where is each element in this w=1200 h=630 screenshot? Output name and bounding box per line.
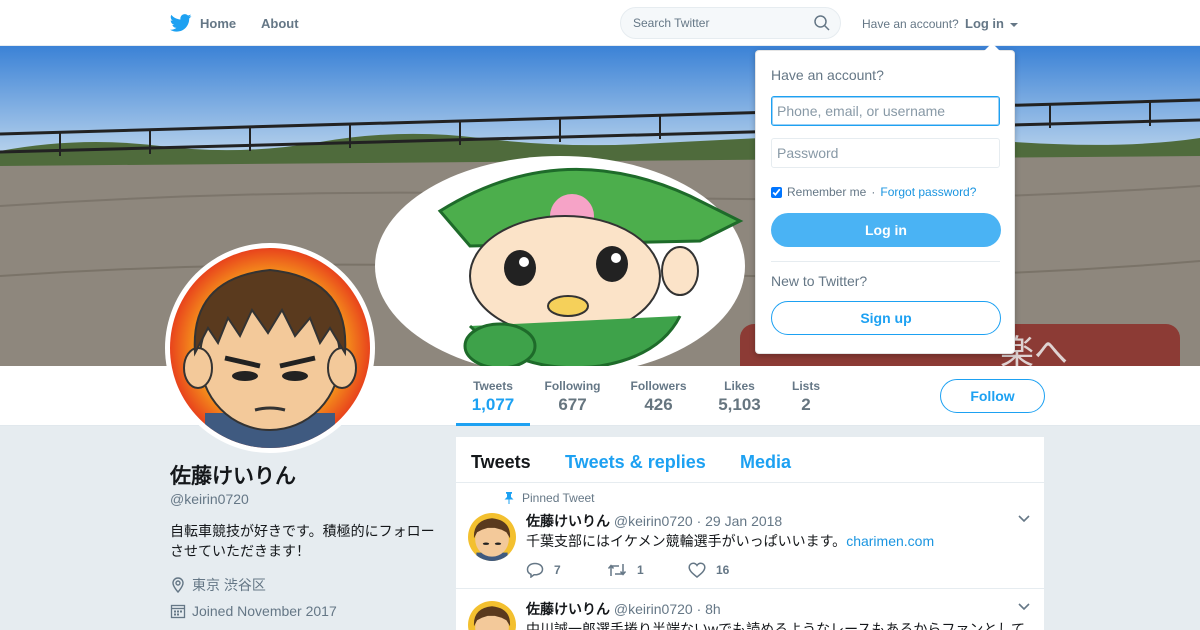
login-toggle-label: Log in (965, 16, 1004, 31)
tweet-avatar[interactable] (468, 513, 516, 561)
nav-home-link[interactable]: Home (170, 14, 236, 32)
like-button[interactable]: 16 (688, 562, 769, 578)
stat-label: Lists (791, 379, 820, 393)
stat-label: Likes (724, 379, 755, 393)
retweet-count: 1 (637, 563, 644, 577)
profile-display-name[interactable]: 佐藤けいりん (170, 460, 296, 490)
search-box (620, 7, 841, 39)
remember-me-checkbox[interactable] (771, 186, 782, 198)
stat-label: Following (544, 379, 601, 393)
password-field[interactable] (771, 138, 1000, 168)
stat-followers[interactable]: Followers 426 (626, 366, 691, 426)
stat-value: 677 (558, 395, 587, 414)
username-field[interactable] (771, 96, 1000, 126)
stat-tweets[interactable]: Tweets 1,077 (456, 366, 530, 426)
profile-location: 東京 渋谷区 (170, 575, 266, 595)
pinned-indicator: Pinned Tweet (504, 491, 595, 505)
retweet-icon (607, 564, 627, 576)
profile-joined-date: Joined November 2017 (170, 603, 337, 619)
avatar-face-image (468, 513, 516, 561)
reply-button[interactable]: 7 (526, 562, 607, 578)
tweet-header: 佐藤けいりん @keirin0720 · 8h (526, 599, 721, 619)
timeline-tabs: Tweets Tweets & replies Media (456, 437, 1044, 483)
tweet-item[interactable]: 佐藤けいりん @keirin0720 · 8h 中川誠一郎選手捲り半端ないwでも… (456, 589, 1044, 630)
stat-lists[interactable]: Lists 2 (787, 366, 825, 426)
stat-value: 2 (801, 395, 811, 414)
tab-tweets-and-replies[interactable]: Tweets & replies (565, 452, 706, 473)
stat-label: Followers (630, 379, 687, 393)
profile-bio: 自転車競技が好きです。積極的にフォローさせていただきます！ (170, 523, 435, 559)
remember-me-label: Remember me (787, 185, 867, 199)
tweet-author-name[interactable]: 佐藤けいりん (526, 513, 610, 529)
search-input[interactable] (633, 16, 803, 30)
joined-text: Joined November 2017 (192, 603, 337, 619)
reply-icon (526, 562, 544, 578)
heart-icon (688, 562, 706, 578)
stat-value: 1,077 (471, 395, 515, 414)
stat-value: 426 (644, 395, 673, 414)
caret-down-icon (1009, 22, 1018, 27)
tweet-text: 千葉支部にはイケメン競輪選手がいっぱいいます。charimen.com (526, 531, 934, 551)
avatar-face-image (468, 601, 516, 630)
search-icon[interactable] (814, 15, 830, 31)
login-dropdown-toggle[interactable]: Log in (965, 16, 1018, 31)
have-account-text: Have an account? (862, 17, 959, 31)
profile-avatar[interactable] (165, 243, 375, 453)
signup-button[interactable]: Sign up (771, 301, 1001, 335)
chevron-down-icon[interactable] (1018, 603, 1030, 611)
avatar-face-image (170, 248, 370, 448)
login-dropdown: Have an account? Remember me · Forgot pa… (755, 43, 1015, 354)
stat-label: Tweets (473, 379, 513, 393)
chevron-down-icon[interactable] (1018, 515, 1030, 523)
calendar-icon (170, 604, 186, 619)
pin-icon (504, 492, 514, 504)
tweet-text: 中川誠一郎選手捲り半端ないwでも読めるようなレースもあるからファンとして (526, 621, 1025, 630)
follow-button[interactable]: Follow (940, 379, 1045, 413)
tweet-author-meta[interactable]: @keirin0720 · 29 Jan 2018 (614, 513, 782, 529)
stat-likes[interactable]: Likes 5,103 (712, 366, 767, 426)
remember-row: Remember me · Forgot password? (771, 185, 976, 199)
tweet-avatar[interactable] (468, 601, 516, 630)
tweet-item[interactable]: Pinned Tweet 佐藤けいりん @keirin0720 · 29 Jan… (456, 483, 1044, 589)
like-count: 16 (716, 563, 730, 577)
tweet-body: 千葉支部にはイケメン競輪選手がいっぱいいます。 (526, 533, 847, 549)
pinned-label: Pinned Tweet (522, 491, 595, 505)
tweet-author-name[interactable]: 佐藤けいりん (526, 601, 610, 617)
tweet-author-meta[interactable]: @keirin0720 · 8h (614, 601, 721, 617)
nav-home-label: Home (200, 15, 237, 31)
tab-media[interactable]: Media (740, 452, 791, 473)
tweet-link[interactable]: charimen.com (846, 533, 934, 549)
stat-value: 5,103 (718, 395, 761, 414)
tweet-timeline: Tweets Tweets & replies Media Pinned Twe… (456, 437, 1044, 630)
login-dropdown-title: Have an account? (771, 67, 884, 83)
top-navigation: Home About Have an account? Log in (0, 0, 1200, 46)
retweet-button[interactable]: 1 (607, 562, 688, 578)
stat-following[interactable]: Following 677 (540, 366, 605, 426)
divider (771, 261, 1000, 262)
location-text: 東京 渋谷区 (192, 577, 266, 593)
new-to-twitter-text: New to Twitter? (771, 273, 868, 289)
forgot-password-link[interactable]: Forgot password? (880, 185, 976, 199)
profile-handle[interactable]: @keirin0720 (170, 491, 249, 507)
twitter-bird-icon (170, 14, 192, 32)
separator-dot: · (871, 185, 876, 199)
tweet-actions: 7 1 16 (526, 562, 769, 578)
location-pin-icon (172, 577, 184, 593)
login-button[interactable]: Log in (771, 213, 1001, 247)
reply-count: 7 (554, 563, 561, 577)
tweet-header: 佐藤けいりん @keirin0720 · 29 Jan 2018 (526, 511, 782, 531)
nav-about-link[interactable]: About (261, 16, 299, 31)
tab-tweets[interactable]: Tweets (471, 452, 531, 473)
